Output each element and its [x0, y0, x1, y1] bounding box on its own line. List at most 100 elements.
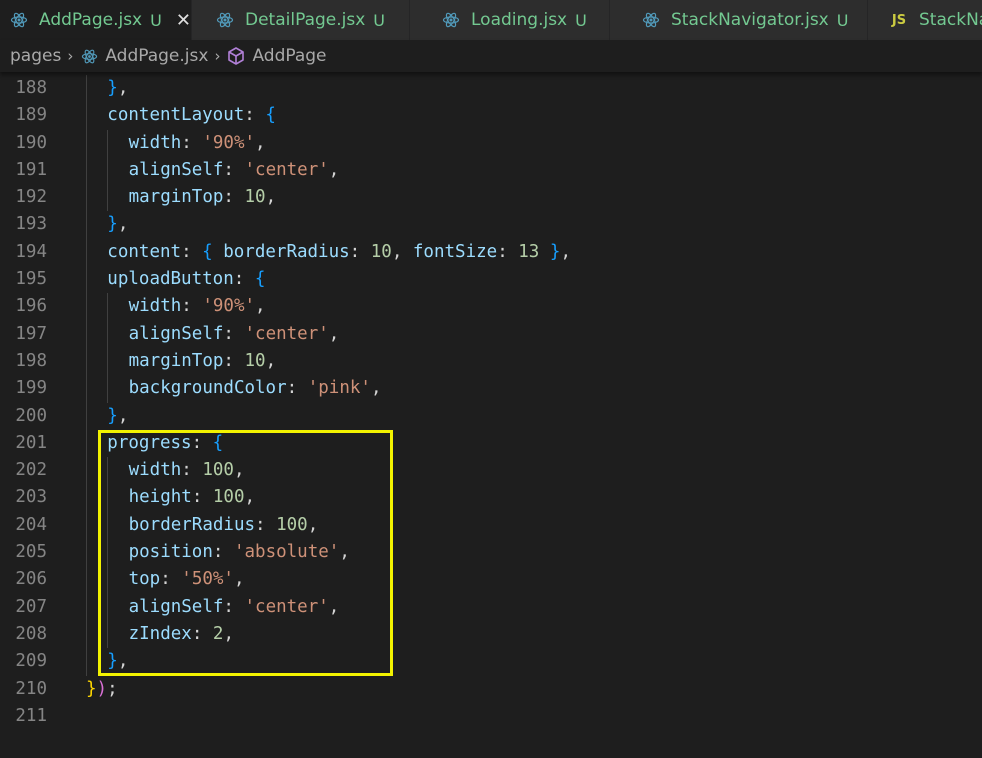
code-line[interactable]: 192 marginTop: 10, — [0, 184, 982, 212]
indent-guide — [107, 293, 109, 321]
code-token: } — [107, 78, 118, 98]
code-token: : — [223, 159, 245, 180]
code-token: ; — [107, 678, 118, 699]
tab-detailpage-jsx[interactable]: DetailPage.jsx U — [192, 0, 410, 40]
code-text: }, — [107, 403, 128, 430]
indent-guide — [107, 347, 109, 376]
line-number: 203 — [15, 487, 47, 508]
line-number: 199 — [15, 378, 47, 399]
breadcrumb: pages › AddPage.jsx › AddPage — [0, 40, 982, 72]
tab-label: AddPage.jsx — [39, 10, 143, 30]
breadcrumb-symbol[interactable]: AddPage — [226, 46, 327, 66]
code-token: , — [117, 78, 129, 98]
code-token: marginTop — [128, 187, 224, 208]
line-number: 210 — [15, 678, 47, 699]
code-line[interactable]: 196 width: '90%', — [0, 293, 982, 321]
code-token: ) — [96, 678, 108, 699]
code-token: alignSelf — [128, 323, 224, 344]
code-line[interactable]: 195 uploadButton: { — [0, 266, 982, 294]
indent-guide — [86, 75, 87, 103]
breadcrumb-file-label: AddPage.jsx — [105, 46, 209, 66]
code-token: : — [349, 241, 371, 262]
code-line[interactable]: 197 alignSelf: 'center', — [0, 320, 982, 348]
code-token: 'pink' — [307, 378, 371, 399]
breadcrumb-file[interactable]: AddPage.jsx — [79, 46, 208, 66]
close-icon[interactable]: ✕ — [176, 10, 191, 31]
line-number: 200 — [15, 405, 47, 426]
tab-stacknavigator-jsx[interactable]: StackNavigator.jsx U — [610, 0, 868, 40]
code-line[interactable]: 211 — [0, 703, 982, 730]
code-token: 'center' — [244, 323, 329, 344]
tab-stacknav[interactable]: JS StackNav — [868, 0, 982, 40]
code-token: : — [181, 296, 203, 317]
indent-guide — [107, 129, 109, 157]
code-token: } — [107, 214, 118, 235]
code-line[interactable]: 191 alignSelf: 'center', — [0, 156, 982, 185]
code-line[interactable]: 200}, — [0, 402, 982, 430]
line-number: 193 — [15, 214, 47, 235]
code-line[interactable]: 193}, — [0, 211, 982, 239]
code-token: width — [128, 132, 182, 153]
indent-guide — [86, 238, 87, 267]
tab-label: Loading.jsx — [471, 10, 568, 30]
code-token: : — [497, 241, 519, 262]
code-token: , — [255, 296, 266, 317]
indent-guide — [86, 320, 87, 348]
code-token: , — [265, 187, 277, 208]
code-token: { — [265, 105, 276, 126]
code-line[interactable]: 188}, — [0, 75, 982, 103]
indent-guide — [86, 484, 87, 512]
tab-label: StackNav — [919, 10, 982, 30]
code-text: }, — [107, 211, 128, 238]
git-status-badge: U — [836, 10, 849, 30]
line-number: 190 — [15, 132, 47, 153]
code-text: backgroundColor: 'pink', — [129, 375, 382, 402]
code-token: 13 — [518, 241, 540, 262]
line-number: 196 — [15, 296, 47, 317]
code-line[interactable]: 190 width: '90%', — [0, 129, 982, 157]
code-text: marginTop: 10, — [129, 348, 277, 375]
line-number: 211 — [15, 705, 47, 726]
git-status-badge: U — [373, 10, 385, 30]
git-status-badge: U — [150, 10, 162, 30]
code-token: alignSelf — [128, 159, 224, 180]
code-text: width: '90%', — [129, 293, 266, 320]
tab-addpage-jsx[interactable]: AddPage.jsx U ✕ — [0, 0, 192, 40]
code-token: '90%' — [202, 132, 256, 153]
code-token: uploadButton — [107, 269, 234, 290]
highlight-box — [98, 430, 393, 676]
tab-loading-jsx[interactable]: Loading.jsx U — [410, 0, 610, 40]
breadcrumb-folder[interactable]: pages — [10, 46, 61, 66]
code-text: alignSelf: 'center', — [129, 321, 340, 348]
code-token: : — [223, 350, 245, 371]
indent-guide — [107, 156, 109, 185]
code-token: } — [107, 405, 118, 426]
code-line[interactable]: 198 marginTop: 10, — [0, 347, 982, 376]
line-number: 194 — [15, 241, 47, 262]
code-token: contentLayout — [107, 105, 245, 126]
line-number: 205 — [15, 542, 47, 563]
indent-guide — [107, 320, 109, 348]
indent-guide — [107, 375, 109, 403]
code-line[interactable]: 199 backgroundColor: 'pink', — [0, 375, 982, 403]
js-icon: JS — [888, 9, 910, 31]
code-line[interactable]: 210}); — [0, 676, 982, 703]
code-line[interactable]: 189 contentLayout: { — [0, 102, 982, 130]
line-number: 191 — [15, 159, 47, 180]
breadcrumb-symbol-label: AddPage — [252, 46, 327, 66]
tab-label: StackNavigator.jsx — [671, 10, 829, 30]
code-token: , — [255, 132, 266, 153]
line-number: 201 — [15, 432, 47, 453]
code-token: : — [233, 269, 255, 290]
code-token: borderRadius — [212, 241, 350, 262]
tab-label: DetailPage.jsx — [245, 10, 366, 30]
line-number: 195 — [15, 269, 47, 290]
code-line[interactable]: 194 content: { borderRadius: 10, fontSize… — [0, 238, 982, 267]
editor-tab-bar: AddPage.jsx U ✕ DetailPage.jsx U Loading.jsx U… — [0, 0, 982, 40]
git-status-badge: U — [575, 10, 587, 30]
line-number: 206 — [15, 569, 47, 590]
code-token: content — [107, 241, 182, 262]
chevron-right-icon: › — [67, 47, 74, 65]
code-text: width: '90%', — [129, 130, 266, 157]
code-token: , — [265, 350, 277, 371]
